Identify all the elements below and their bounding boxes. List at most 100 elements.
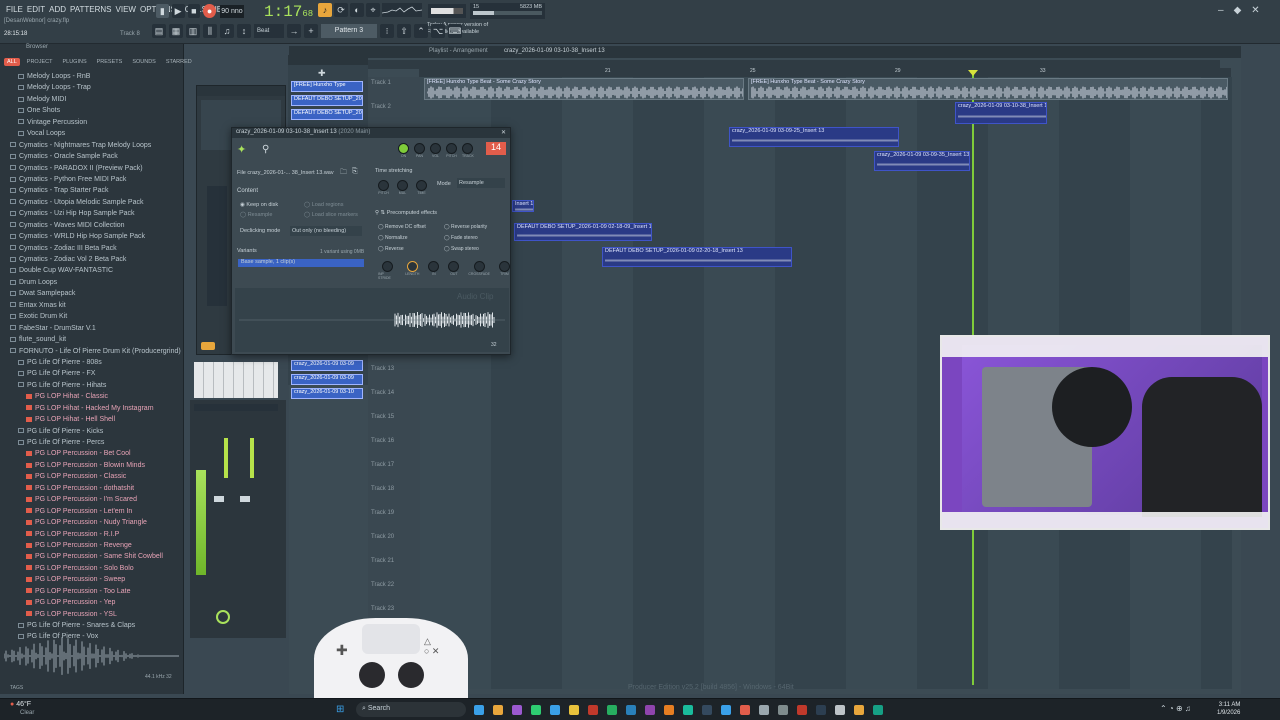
browser-item[interactable]: PG LOP Percussion - Same Shit Cowbell [0, 551, 184, 562]
taskbar-app-icon[interactable] [626, 705, 636, 715]
playhead-marker[interactable] [968, 70, 978, 76]
browser-item[interactable]: Melody MIDI [0, 94, 184, 105]
browser-item[interactable]: Entax Xmas kit [0, 300, 184, 311]
taskbar-app-icon[interactable] [531, 705, 541, 715]
menu-item-add[interactable]: ADD [47, 5, 68, 14]
windows-start-icon[interactable]: ⊞ [336, 704, 344, 715]
browser-item[interactable]: Cymatics - PARADOX II (Preview Pack) [0, 163, 184, 174]
browser-item[interactable]: PG LOP Percussion - I'm Scared [0, 494, 184, 505]
effect-option[interactable]: ◯ Reverse polarity [444, 222, 487, 233]
playlist-ruler[interactable]: 21 25 29 33 [419, 68, 1231, 77]
declick-select[interactable]: Out only (no bleeding) [290, 226, 362, 236]
channel-button[interactable]: crazy_2026-01-09 03-09 [291, 374, 363, 385]
browser-tab-starred[interactable]: STARRED [163, 58, 195, 66]
metronome-icon[interactable]: ♪ [318, 3, 332, 17]
browser-item[interactable]: One Shots [0, 105, 184, 116]
track-header[interactable]: Track 17 [368, 459, 420, 483]
restore-icon[interactable]: ◆ [1234, 5, 1242, 16]
browser-item[interactable]: Cymatics - Oracle Sample Pack [0, 151, 184, 162]
menu-item-patterns[interactable]: PATTERNS [68, 5, 113, 14]
browser-item[interactable]: PG LOP Percussion - R.I.P [0, 529, 184, 540]
knob[interactable] [446, 143, 457, 154]
audio-clip-waveform[interactable]: Audio Clip 32 [235, 288, 509, 352]
channel-button[interactable]: crazy_2026-01-09 03-09 [291, 360, 363, 371]
browser-item[interactable]: Double Cup WAV-FANTASTIC [0, 265, 184, 276]
browser-tab-project[interactable]: PROJECT [24, 58, 56, 66]
browser-tab-plugins[interactable]: PLUGINS [59, 58, 89, 66]
search-box[interactable]: ⌕ Search [356, 702, 466, 717]
weather-widget[interactable]: ● 46°F Clear [10, 701, 34, 717]
taskbar-app-icon[interactable] [569, 705, 579, 715]
browser-item[interactable]: Cymatics - WRLD Hip Hop Sample Pack [0, 231, 184, 242]
menu-item-file[interactable]: FILE [4, 5, 25, 14]
shift-icon[interactable]: ⇧ [397, 24, 411, 38]
taskbar-app-icon[interactable] [664, 705, 674, 715]
wrench-icon[interactable]: ⚲ [262, 144, 269, 155]
link-knob-icon[interactable] [216, 610, 230, 624]
browser-item[interactable]: Cymatics - Zodiac III Beta Pack [0, 243, 184, 254]
taskbar-app-icon[interactable] [873, 705, 883, 715]
browser-item[interactable]: PG LOP Percussion - YSL [0, 609, 184, 620]
effect-option[interactable]: ◯ Swap stereo [444, 244, 487, 255]
browser-item[interactable]: Cymatics - Uzi Hip Hop Sample Pack [0, 208, 184, 219]
pianoroll-icon[interactable]: ♫ [220, 24, 234, 38]
taskbar-app-icon[interactable] [740, 705, 750, 715]
effect-option[interactable]: ◯ Remove DC offset [378, 222, 426, 233]
menu-item-view[interactable]: VIEW [114, 5, 138, 14]
browser-item[interactable]: PG LOP Percussion - Bet Cool [0, 448, 184, 459]
audio-clip-titlebar[interactable]: crazy_2026-01-09 03-10-38_Insert 13 (202… [232, 128, 510, 138]
time-display[interactable]: 1:1768 [264, 3, 313, 21]
pattern-add-icon[interactable]: + [304, 24, 318, 38]
browser-item[interactable]: PG LOP Percussion - Blowin Minds [0, 460, 184, 471]
audio-clip-close-icon[interactable]: ✕ [501, 129, 506, 136]
track-header[interactable]: Track 22 [368, 579, 420, 603]
track-header[interactable]: Track 21 [368, 555, 420, 579]
browser-item[interactable]: Cymatics - Trap Starter Pack [0, 185, 184, 196]
browser-tab-all[interactable]: ALL [4, 58, 20, 66]
taskbar-app-icon[interactable] [759, 705, 769, 715]
browser-item[interactable]: PG LOP Hihat - Hell Shell [0, 414, 184, 425]
browser-item[interactable]: Vintage Percussion [0, 117, 184, 128]
folder-icon[interactable]: 🗀 [340, 168, 347, 179]
blend-icon[interactable]: ◐ [350, 3, 364, 17]
knob[interactable] [406, 261, 418, 272]
taskbar-app-icon[interactable] [816, 705, 826, 715]
knob[interactable] [499, 261, 510, 272]
play-button[interactable]: ▶ [171, 4, 185, 18]
browser-item[interactable]: PG LOP Hihat - Classic [0, 391, 184, 402]
playlist-clip[interactable]: [FREE] Hunxho Type Beat - Some Crazy Sto… [748, 78, 1228, 100]
pattern-song-toggle[interactable]: ▮ [156, 4, 169, 18]
tempo-display[interactable]: 90 nno [220, 5, 244, 18]
taskbar-app-icon[interactable] [645, 705, 655, 715]
browser-item[interactable]: PG Life Of Pierre - FX [0, 368, 184, 379]
browser-item[interactable]: PG LOP Percussion - Solo Bolo [0, 563, 184, 574]
menu-item-edit[interactable]: EDIT [25, 5, 47, 14]
mixer-icon[interactable]: ⫼ [203, 24, 217, 38]
piano-keys[interactable] [194, 362, 278, 398]
close-icon[interactable]: ✕ [1251, 5, 1259, 16]
browser-item[interactable]: FORNUTO - Life Of Pierre Drum Kit (Produ… [0, 346, 184, 357]
browser-item[interactable]: Dwat Samplepack [0, 288, 184, 299]
channel-button[interactable]: DEFAUT DEBO SETUP_202 [291, 109, 363, 120]
knob[interactable] [430, 143, 441, 154]
step-icon[interactable]: ⁝ [380, 24, 394, 38]
browser-item[interactable]: PG Life Of Pierre - Hihats [0, 380, 184, 391]
taskbar-app-icon[interactable] [607, 705, 617, 715]
browser-item[interactable]: flute_sound_kit [0, 334, 184, 345]
playlist-clip[interactable]: crazy_2026-01-09 03-10-38_Insert 13 [955, 102, 1047, 124]
knob[interactable] [414, 143, 425, 154]
knob[interactable] [473, 261, 485, 272]
track-header[interactable]: Track 19 [368, 507, 420, 531]
browser-item[interactable]: Melody Loops - Trap [0, 82, 184, 93]
load-markers-option[interactable]: ◯ Load slice markers [304, 210, 358, 220]
browser-icon[interactable]: ▦ [169, 24, 183, 38]
taskbar-app-icon[interactable] [493, 705, 503, 715]
variant-item[interactable]: Base sample, 1 clip(s) [238, 259, 364, 267]
taskbar-app-icon[interactable] [778, 705, 788, 715]
browser-item[interactable]: Vocal Loops [0, 128, 184, 139]
tags-label[interactable]: TAGS [10, 685, 23, 691]
knob[interactable] [448, 261, 460, 272]
effect-option[interactable]: ◯ Normalize [378, 233, 426, 244]
tray-icons[interactable]: ⌃ ◔ ⊕ ♫ [1160, 704, 1191, 713]
playlist-clip[interactable]: [FREE] Hunxho Type Beat - Some Crazy Sto… [424, 78, 744, 100]
